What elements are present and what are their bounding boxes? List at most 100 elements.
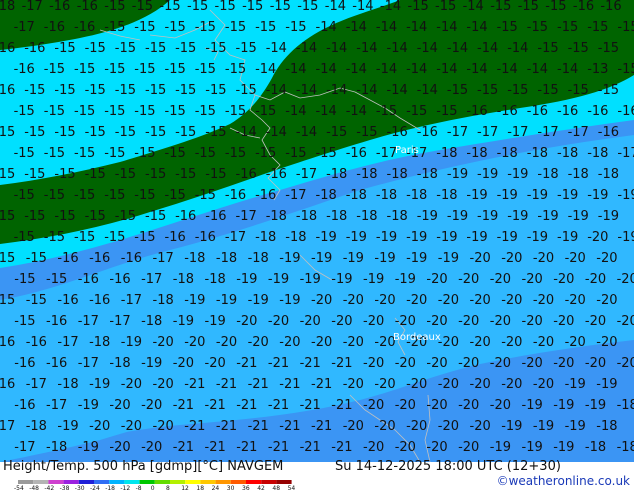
contour-label: -20 bbox=[173, 356, 194, 371]
contour-label: -16 bbox=[89, 293, 110, 308]
contour-label: -19 bbox=[316, 230, 337, 245]
contour-label: -19 bbox=[497, 230, 518, 245]
contour-label: -14 bbox=[266, 83, 287, 98]
contour-label: -15 bbox=[537, 41, 558, 56]
contour-label: -19 bbox=[248, 293, 269, 308]
contour-label: -16 bbox=[255, 188, 276, 203]
contour-label: -20 bbox=[458, 272, 479, 287]
contour-label: -15 bbox=[165, 146, 186, 161]
contour-label: -20 bbox=[406, 293, 427, 308]
contour-label: -15 bbox=[165, 62, 186, 77]
contour-label: -14 bbox=[316, 20, 337, 35]
contour-label: -14 bbox=[326, 83, 347, 98]
contour-label: -19 bbox=[268, 272, 289, 287]
contour-label: -15 bbox=[408, 0, 429, 14]
color-scale-swatch bbox=[185, 480, 201, 484]
contour-label: -15 bbox=[44, 146, 65, 161]
contour-label: -19 bbox=[497, 188, 518, 203]
contour-label: -16 bbox=[598, 125, 619, 140]
contour-label: -20 bbox=[426, 314, 447, 329]
contour-label: -17 bbox=[617, 146, 634, 161]
color-scale-label: -30 bbox=[75, 485, 85, 490]
contour-label: -19 bbox=[447, 209, 468, 224]
contour-label: -15 bbox=[14, 146, 35, 161]
contour-label: -15 bbox=[85, 125, 106, 140]
contour-label: -21 bbox=[311, 419, 332, 434]
contour-label: -18 bbox=[568, 167, 589, 182]
contour-label: -20 bbox=[153, 419, 174, 434]
color-scale-swatch bbox=[230, 480, 246, 484]
color-scale-swatch bbox=[139, 480, 155, 484]
city-label-bordeaux: Bordeaux bbox=[393, 332, 441, 343]
contour-label: -21 bbox=[268, 440, 289, 455]
contour-label: -15 bbox=[406, 104, 427, 119]
contour-label: -13 bbox=[587, 62, 608, 77]
contour-label: -15 bbox=[187, 0, 208, 14]
contour-label: -18 bbox=[205, 272, 226, 287]
contour-label: -21 bbox=[311, 377, 332, 392]
contour-label: -16 bbox=[57, 251, 78, 266]
contour-label: -15 bbox=[74, 188, 95, 203]
contour-label: -21 bbox=[268, 398, 289, 413]
contour-label: -15 bbox=[507, 83, 528, 98]
color-scale-swatch bbox=[154, 480, 170, 484]
contour-label: -20 bbox=[311, 335, 332, 350]
contour-label: -15 bbox=[165, 20, 186, 35]
contour-label: -18 bbox=[356, 209, 377, 224]
contour-label: -17 bbox=[14, 440, 35, 455]
color-scale-swatch bbox=[33, 480, 49, 484]
contour-label: -19 bbox=[585, 398, 606, 413]
contour-label: -17 bbox=[153, 251, 174, 266]
credit-link[interactable]: ©weatheronline.co.uk bbox=[497, 474, 630, 488]
contour-label: -19 bbox=[587, 188, 608, 203]
contour-label: -17 bbox=[507, 125, 528, 140]
contour-label: -19 bbox=[557, 230, 578, 245]
color-scale-label: 12 bbox=[181, 485, 189, 490]
contour-label: -19 bbox=[553, 398, 574, 413]
contour-label: -16 bbox=[14, 356, 35, 371]
contour-label: -21 bbox=[300, 398, 321, 413]
contour-label: -19 bbox=[343, 251, 364, 266]
contour-label: -15 bbox=[104, 230, 125, 245]
contour-label: -15 bbox=[236, 41, 257, 56]
contour-label: -20 bbox=[374, 377, 395, 392]
map-area: -18-17-16-16-15-15-15-15-15-15-15-15-14-… bbox=[0, 0, 634, 462]
contour-label: -20 bbox=[565, 251, 586, 266]
color-scale-swatch bbox=[18, 480, 34, 484]
contour-label: -17 bbox=[296, 167, 317, 182]
contour-label: -19 bbox=[406, 251, 427, 266]
contour-label: -21 bbox=[184, 377, 205, 392]
contour-label: -20 bbox=[343, 335, 364, 350]
contour-label: -18 bbox=[598, 167, 619, 182]
contour-label: -20 bbox=[596, 251, 617, 266]
contour-label: -17 bbox=[568, 125, 589, 140]
contour-label: -17 bbox=[225, 230, 246, 245]
color-scale-label: 48 bbox=[272, 485, 280, 490]
contour-label: -14 bbox=[417, 41, 438, 56]
contour-label: -20 bbox=[438, 419, 459, 434]
contour-label: -16 bbox=[0, 335, 15, 350]
contour-label: -16 bbox=[205, 209, 226, 224]
contour-label: -21 bbox=[279, 377, 300, 392]
color-scale-swatch bbox=[94, 480, 110, 484]
color-scale-label: 54 bbox=[288, 485, 296, 490]
contour-label: -19 bbox=[395, 272, 416, 287]
contour-label: -18 bbox=[216, 251, 237, 266]
contour-label: -20 bbox=[458, 398, 479, 413]
contour-label: -15 bbox=[26, 293, 47, 308]
contour-label: -15 bbox=[205, 83, 226, 98]
contour-label: -20 bbox=[121, 419, 142, 434]
city-label-paris: Paris bbox=[395, 145, 419, 156]
contour-label: -15 bbox=[195, 62, 216, 77]
contour-label: -18 bbox=[346, 188, 367, 203]
contour-label: -14 bbox=[466, 20, 487, 35]
contour-label: -15 bbox=[85, 41, 106, 56]
map-title: Height/Temp. 500 hPa [gdmp][°C] NAVGEM bbox=[3, 459, 284, 474]
contour-label: -18 bbox=[466, 146, 487, 161]
contour-label: -19 bbox=[78, 398, 99, 413]
color-scale-swatch bbox=[170, 480, 186, 484]
contour-label: -21 bbox=[300, 356, 321, 371]
contour-label: -15 bbox=[85, 167, 106, 182]
contour-label: -15 bbox=[14, 272, 35, 287]
contour-label: -14 bbox=[356, 83, 377, 98]
